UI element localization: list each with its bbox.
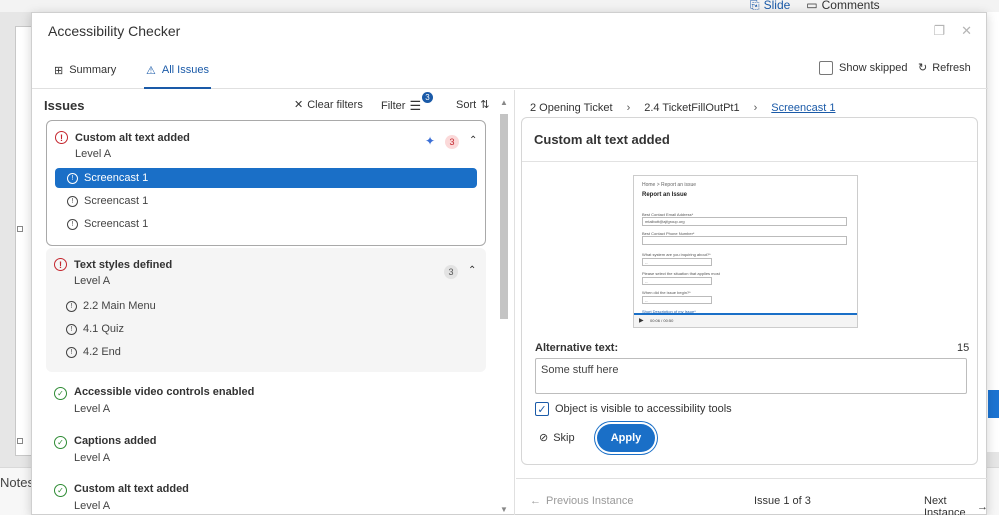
info-icon: ! (67, 218, 78, 230)
issue-group-level: Level A (74, 275, 111, 287)
screencast-preview: Home > Report an issue Report an Issue B… (633, 175, 858, 328)
issue-detail-pane: 2 Opening Ticket › 2.4 TicketFillOutPt1 … (516, 90, 988, 515)
passed-check-item[interactable]: ✓ Captions added Level A (46, 435, 486, 479)
list-item[interactable]: ! 4.1 Quiz (54, 319, 476, 339)
chevron-right-icon: › (626, 102, 631, 114)
ribbon-tab-comments[interactable]: ▭ Comments (806, 0, 879, 12)
issue-count-badge: 3 (444, 265, 458, 279)
alt-text-label: Alternative text: (535, 342, 619, 354)
check-circle-icon: ✓ (54, 387, 67, 400)
issue-group-level: Level A (75, 148, 112, 160)
list-item[interactable]: ! Screencast 1 (55, 191, 477, 211)
scroll-up-icon[interactable]: ▲ (500, 98, 508, 107)
info-icon: ! (66, 323, 77, 335)
ai-sparkle-icon[interactable]: ✦ (425, 134, 435, 148)
resize-handle[interactable] (17, 438, 23, 444)
grid-icon: ⊞ (54, 64, 64, 77)
list-item[interactable]: ! 4.2 End (54, 342, 476, 362)
filter-button[interactable]: Filter ☰ (381, 98, 421, 114)
skip-button[interactable]: ⊘ Skip (539, 431, 575, 445)
issues-scrollbar[interactable]: ▲ ▼ (499, 98, 509, 514)
issues-heading: Issues (44, 98, 85, 113)
slide-icon: ⎘ (750, 0, 760, 12)
breadcrumb: 2 Opening Ticket › 2.4 TicketFillOutPt1 … (530, 102, 835, 114)
sort-icon: ⇅ (480, 99, 490, 111)
skip-icon: ⊘ (539, 432, 549, 444)
info-icon: ! (67, 195, 78, 207)
chevron-right-icon: › (753, 102, 758, 114)
breadcrumb-item[interactable]: 2.4 TicketFillOutPt1 (644, 102, 739, 114)
play-icon: ▶ (639, 318, 644, 324)
filter-count-badge: 3 (422, 92, 433, 103)
issue-group[interactable]: ! Custom alt text added Level A ✦ 3 ⌃ ! … (46, 120, 486, 246)
restore-icon[interactable]: ❐ (933, 23, 945, 39)
info-icon: ! (67, 172, 78, 184)
tabs-bar: ⊞ Summary ⚠ All Issues Show skipped ↻ Re… (32, 51, 988, 89)
show-skipped-toggle[interactable]: Show skipped (819, 61, 908, 75)
issue-group[interactable]: ! Text styles defined Level A 3 ⌃ ! 2.2 … (46, 248, 486, 372)
list-item[interactable]: ! Screencast 1 (55, 168, 477, 188)
window-controls: ❐ ✕ (933, 23, 972, 39)
visible-to-a11y-toggle[interactable]: ✓ Object is visible to accessibility too… (535, 402, 732, 416)
apply-button[interactable]: Apply (597, 424, 655, 452)
tab-all-issues[interactable]: ⚠ All Issues (144, 51, 211, 89)
comment-icon: ▭ (806, 0, 818, 12)
check-circle-icon: ✓ (54, 484, 67, 497)
notes-button[interactable]: Notes (0, 475, 34, 490)
instance-navigation: ← Previous Instance Issue 1 of 3 Next In… (516, 478, 988, 515)
dialog-title-bar: Accessibility Checker ❐ ✕ (32, 13, 986, 49)
error-icon: ! (55, 131, 68, 144)
close-icon[interactable]: ✕ (961, 23, 972, 39)
issue-group-title: Custom alt text added (75, 132, 190, 144)
info-icon: ! (66, 300, 77, 312)
ribbon-tabs: ⎘ Slide ▭ Comments (750, 0, 880, 12)
refresh-icon: ↻ (918, 62, 928, 74)
accessibility-checker-dialog: Accessibility Checker ❐ ✕ ⊞ Summary ⚠ Al… (31, 12, 988, 515)
issue-card: Custom alt text added Home > Report an i… (521, 117, 978, 465)
scroll-down-icon[interactable]: ▼ (500, 505, 508, 514)
issue-count-badge: 3 (445, 135, 459, 149)
chevron-up-icon[interactable]: ⌃ (468, 265, 476, 276)
issue-group-title: Text styles defined (74, 259, 173, 271)
arrow-right-icon: → (977, 501, 988, 513)
info-icon: ! (66, 346, 77, 358)
error-icon: ! (54, 258, 67, 271)
warning-icon: ⚠ (146, 64, 156, 77)
close-icon: ✕ (294, 99, 304, 111)
dialog-title: Accessibility Checker (48, 23, 181, 39)
next-instance-button[interactable]: Next Instance → (924, 495, 988, 515)
passed-check-item[interactable]: ✓ Accessible video controls enabled Leve… (46, 386, 486, 430)
panel-accent (988, 390, 999, 418)
alt-text-input[interactable]: Some stuff here (535, 358, 967, 394)
breadcrumb-item[interactable]: 2 Opening Ticket (530, 102, 613, 114)
list-item[interactable]: ! Screencast 1 (55, 214, 477, 234)
video-controls: ▶ 00:06 / 00:50 (634, 313, 857, 327)
show-skipped-checkbox[interactable] (819, 61, 833, 75)
list-item[interactable]: ! 2.2 Main Menu (54, 296, 476, 316)
checkmark-icon[interactable]: ✓ (535, 402, 549, 416)
previous-instance-button[interactable]: ← Previous Instance (530, 495, 633, 507)
resize-handle[interactable] (17, 226, 23, 232)
issue-card-title: Custom alt text added (522, 118, 977, 162)
chevron-up-icon[interactable]: ⌃ (469, 135, 477, 146)
check-circle-icon: ✓ (54, 436, 67, 449)
sort-button[interactable]: Sort ⇅ (456, 98, 490, 112)
ribbon-tab-slide[interactable]: ⎘ Slide (750, 0, 790, 12)
scroll-thumb[interactable] (500, 114, 508, 319)
tab-summary[interactable]: ⊞ Summary (54, 51, 116, 89)
refresh-button[interactable]: ↻ Refresh (918, 61, 971, 75)
alt-text-char-count: 15 (957, 342, 970, 354)
breadcrumb-link[interactable]: Screencast 1 (771, 102, 835, 114)
clear-filters-button[interactable]: ✕ Clear filters (294, 98, 363, 112)
issues-pane: Issues ✕ Clear filters Filter ☰ 3 Sort ⇅… (32, 90, 515, 515)
filter-icon: ☰ (409, 98, 422, 113)
issue-position: Issue 1 of 3 (754, 495, 811, 507)
arrow-left-icon: ← (530, 495, 541, 507)
passed-check-item[interactable]: ✓ Custom alt text added Level A (46, 483, 486, 515)
